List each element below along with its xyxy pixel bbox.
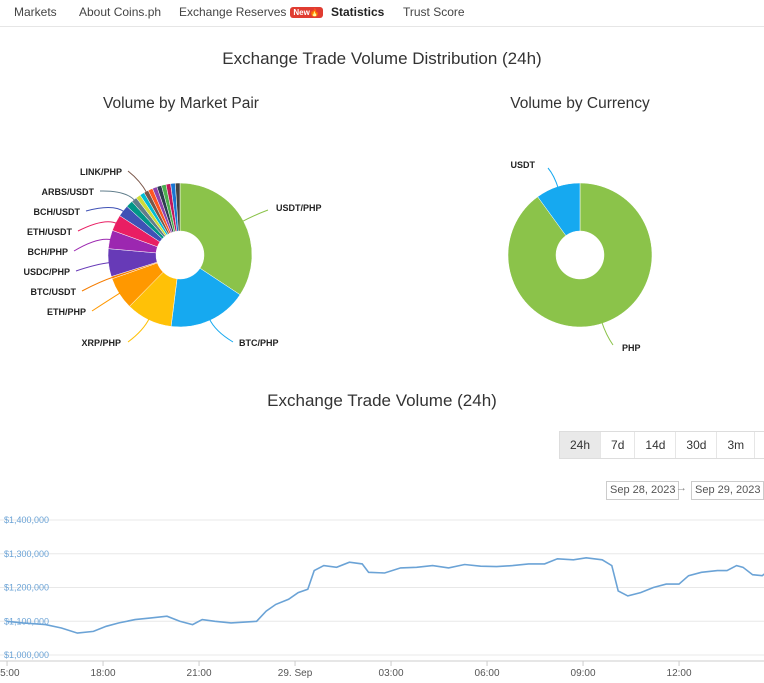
pie-label-xrp-php: XRP/PHP [81, 338, 121, 348]
pie-connector [73, 238, 112, 252]
range-3m-button[interactable]: 3m [716, 432, 754, 458]
date-range-arrow: → [676, 482, 687, 494]
pie-connector [81, 276, 114, 292]
charts-canvas: USDT/PHP BTC/PHP XRP/PHP ETH/PHP BTC/USDT USD… [0, 160, 764, 679]
pie-connector [91, 292, 122, 312]
range-30d-button[interactable]: 30d [675, 432, 716, 458]
currency-pie-chart: PHP USDT [507, 160, 653, 353]
pie-label-usdt-php: USDT/PHP [276, 203, 322, 213]
range-7d-button[interactable]: 7d [600, 432, 634, 458]
range-24h-button[interactable]: 24h [560, 432, 601, 458]
y-tick-label: $1,400,000 [4, 515, 49, 525]
pie-label-eth-php: ETH/PHP [47, 307, 86, 317]
range-1y-button[interactable]: 1y [754, 432, 764, 458]
range-14d-button[interactable]: 14d [634, 432, 675, 458]
pie-label-bch-php: BCH/PHP [27, 247, 68, 257]
pie-label-usdt: USDT [511, 160, 536, 170]
pair-pie-chart: USDT/PHP BTC/PHP XRP/PHP ETH/PHP BTC/USDT USD… [23, 167, 321, 348]
pie-label-eth-usdt: ETH/USDT [27, 227, 73, 237]
pie-connector [601, 321, 614, 346]
pie-connector [127, 170, 148, 194]
y-tick-label: $1,200,000 [4, 583, 49, 593]
date-to-input[interactable]: Sep 29, 2023 [691, 481, 764, 500]
x-tick-label: 18:00 [91, 668, 116, 679]
pie-connector [127, 317, 150, 343]
pie-connector [75, 262, 111, 272]
pie-label-link-php: LINK/PHP [80, 167, 122, 177]
y-tick-label: $1,300,000 [4, 549, 49, 559]
pie-connector [99, 190, 136, 202]
volume-line-chart: $1,000,000$1,100,000$1,200,000$1,300,000… [0, 515, 764, 679]
volume-series-line[interactable] [6, 556, 764, 634]
pie-label-usdc-php: USDC/PHP [23, 267, 70, 277]
pie-label-btc-usdt: BTC/USDT [31, 287, 77, 297]
pie-connector [77, 221, 118, 232]
x-tick-label: 03:00 [379, 668, 404, 679]
x-tick-label: 12:00 [667, 668, 692, 679]
pie-connector [85, 207, 125, 213]
pie-label-bch-usdt: BCH/USDT [34, 207, 81, 217]
range-selector: 24h 7d 14d 30d 3m 1y [559, 431, 764, 459]
pie-label-btc-php: BTC/PHP [239, 338, 279, 348]
pie-label-php: PHP [622, 343, 641, 353]
pie-label-arbs-usdt: ARBS/USDT [41, 187, 94, 197]
volume-title: Exchange Trade Volume (24h) [267, 391, 497, 410]
x-tick-label: 29. Sep [278, 668, 313, 679]
pie-connector [208, 318, 234, 343]
date-from-input[interactable]: Sep 28, 2023 [606, 481, 680, 500]
x-tick-label: 15:00 [0, 668, 20, 679]
x-tick-label: 09:00 [571, 668, 596, 679]
pie-connector [547, 167, 559, 189]
x-tick-label: 06:00 [475, 668, 500, 679]
pie-connector [241, 209, 269, 223]
x-tick-label: 21:00 [187, 668, 212, 679]
y-tick-label: $1,000,000 [4, 650, 49, 660]
